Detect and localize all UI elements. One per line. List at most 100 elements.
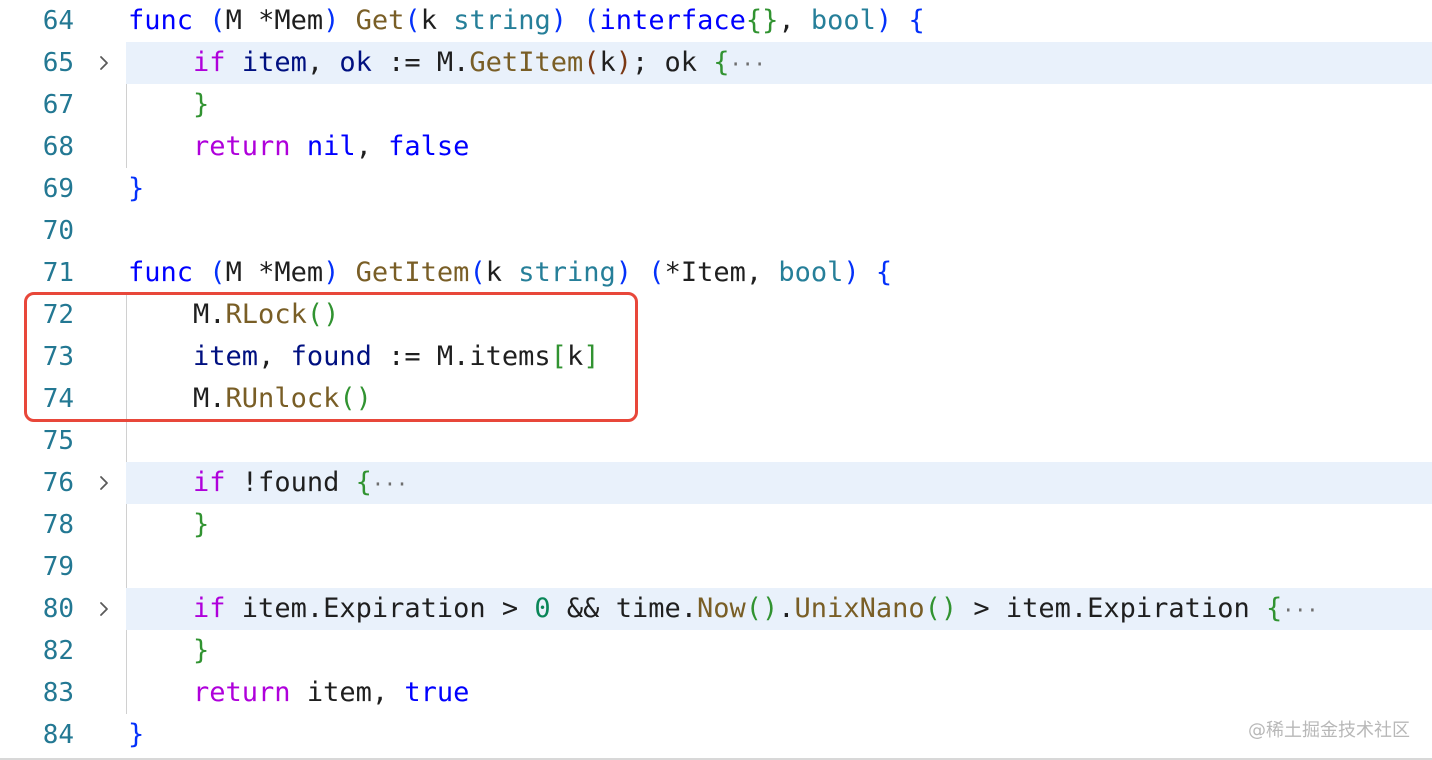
code-token: (	[209, 257, 226, 288]
fold-ellipsis[interactable]: ···	[372, 472, 408, 496]
code-line[interactable]: 69}	[0, 168, 1432, 210]
code-line[interactable]: 83 return item, true	[0, 672, 1432, 714]
code-token: M *Mem	[225, 5, 324, 36]
code-token: true	[404, 677, 470, 708]
code-token: Get	[355, 5, 405, 36]
code-line[interactable]: 84}	[0, 714, 1432, 756]
code-token: string	[518, 257, 616, 288]
code-line[interactable]: 80 if item.Expiration > 0 && time.Now().…	[0, 588, 1432, 630]
code-line[interactable]: 75	[0, 420, 1432, 462]
code-token: k	[420, 5, 454, 36]
code-token: }	[193, 635, 210, 666]
code-token: UnixNano	[794, 593, 925, 624]
code-line[interactable]: 65 if item, ok := M.GetItem(k); ok {···	[0, 42, 1432, 84]
code-line[interactable]: 82 }	[0, 630, 1432, 672]
code-line[interactable]: 78 }	[0, 504, 1432, 546]
code-token: (	[209, 5, 226, 36]
code-token: > item.Expiration	[957, 593, 1266, 624]
code-text: }	[128, 714, 144, 756]
code-token: }	[128, 173, 145, 204]
code-token: {	[355, 467, 372, 498]
code-token: {	[1265, 593, 1283, 624]
code-token: )	[875, 5, 893, 36]
code-token: }	[193, 89, 210, 120]
line-number: 84	[42, 720, 74, 750]
code-token: nil	[306, 131, 356, 162]
code-token: return	[193, 677, 291, 708]
line-number: 75	[42, 426, 74, 456]
line-number: 69	[42, 174, 74, 204]
code-token: }	[193, 509, 210, 540]
code-line[interactable]: 70	[0, 210, 1432, 252]
code-text: }	[128, 84, 209, 126]
code-token: if	[193, 593, 226, 624]
line-number: 83	[42, 678, 74, 708]
code-text: }	[128, 504, 209, 546]
chevron-right-icon[interactable]	[92, 462, 116, 504]
line-number: 78	[42, 510, 74, 540]
code-token: if	[193, 47, 226, 78]
chevron-right-icon[interactable]	[92, 588, 116, 630]
code-line[interactable]: 67 }	[0, 84, 1432, 126]
code-token: )	[843, 257, 860, 288]
code-text: }	[128, 168, 144, 210]
code-line[interactable]: 68 return nil, false	[0, 126, 1432, 168]
fold-ellipsis[interactable]: ···	[1282, 598, 1318, 622]
code-token: (	[583, 47, 600, 78]
code-token: {	[875, 257, 893, 288]
code-token: k	[599, 47, 616, 78]
code-token: GetItem	[355, 257, 470, 288]
code-token: string	[453, 5, 551, 36]
code-line[interactable]: 76 if !found {···	[0, 462, 1432, 504]
code-token: bool	[810, 5, 876, 36]
code-token: (	[583, 5, 600, 36]
code-text: func (M *Mem) GetItem(k string) (*Item, …	[128, 252, 892, 294]
code-token: 0	[534, 593, 551, 624]
code-token: )	[323, 5, 340, 36]
code-token: ok	[339, 47, 372, 78]
code-token: )	[615, 47, 633, 78]
code-token: ,	[355, 131, 389, 162]
code-token: item.Expiration >	[225, 593, 535, 624]
code-token: )	[323, 257, 340, 288]
code-token: {}	[745, 5, 779, 36]
line-number: 79	[42, 552, 74, 582]
chevron-right-icon[interactable]	[92, 42, 116, 84]
code-line[interactable]: 71 func (M *Mem) GetItem(k string) (*Item…	[0, 252, 1432, 294]
code-token: *Item,	[664, 257, 779, 288]
code-token: GetItem	[469, 47, 584, 78]
code-text: if item.Expiration > 0 && time.Now().Uni…	[128, 588, 1318, 631]
code-text: return item, true	[128, 672, 469, 714]
code-token: ,	[306, 47, 340, 78]
code-token: func	[128, 5, 194, 36]
code-token: {	[908, 5, 925, 36]
code-token: item,	[290, 677, 405, 708]
code-line[interactable]: 79	[0, 546, 1432, 588]
code-token: {	[713, 47, 730, 78]
fold-ellipsis[interactable]: ···	[730, 52, 766, 76]
line-number: 64	[42, 6, 74, 36]
code-token: (	[469, 257, 486, 288]
code-editor[interactable]: 64 func (M *Mem) Get(k string) (interface…	[0, 0, 1432, 760]
code-token: )	[550, 5, 568, 36]
line-number: 65	[42, 48, 74, 78]
watermark: @稀土掘金技术社区	[1248, 720, 1410, 741]
code-line[interactable]: 64 func (M *Mem) Get(k string) (interface…	[0, 0, 1432, 42]
code-token: M *Mem	[225, 257, 324, 288]
code-text: if item, ok := M.GetItem(k); ok {···	[128, 42, 766, 85]
code-token: ()	[924, 593, 958, 624]
code-token: ; ok	[632, 47, 714, 78]
code-token: .	[778, 593, 795, 624]
code-token: }	[128, 719, 145, 750]
code-token: item	[241, 47, 307, 78]
